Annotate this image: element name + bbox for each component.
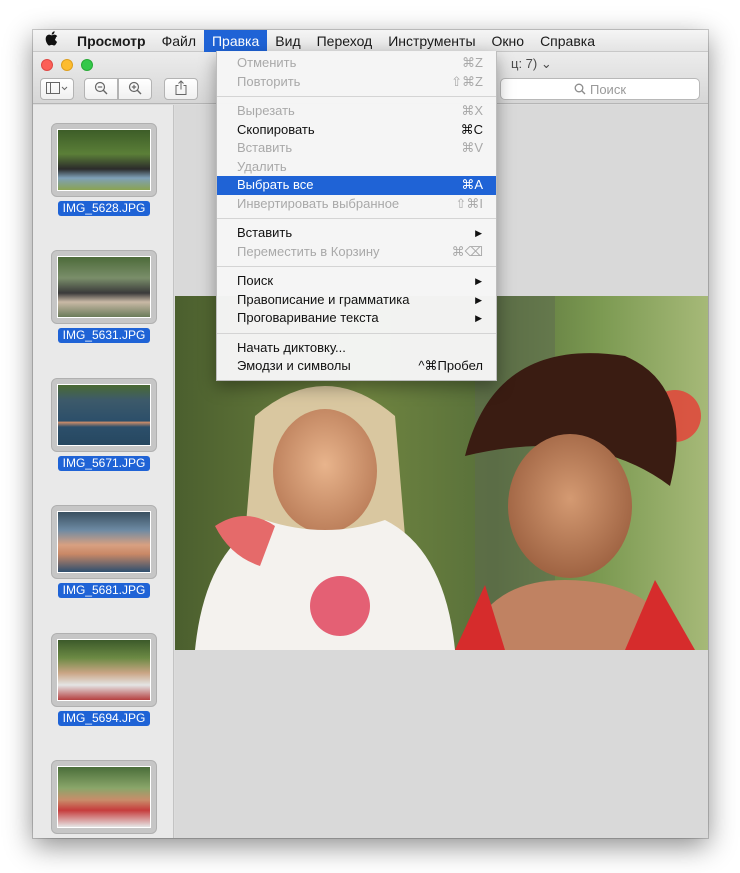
zoom-in-button[interactable]: [118, 78, 152, 100]
app-menu[interactable]: Просмотр: [69, 30, 154, 52]
menu-edit[interactable]: Правка: [203, 30, 268, 52]
apple-menu-icon[interactable]: [33, 31, 69, 50]
thumbnail-item[interactable]: IMG_5631.JPG: [51, 250, 157, 343]
menu-item-label: Вставить: [237, 225, 293, 240]
menu-item-speech[interactable]: Проговаривание текста ▶: [217, 309, 496, 328]
thumbnail-frame: [51, 378, 157, 452]
menu-item-label: Правописание и грамматика: [237, 291, 410, 307]
shortcut-label: ⌘C: [460, 121, 483, 137]
menu-item-label: Вставить: [237, 140, 293, 155]
menu-view[interactable]: Вид: [267, 30, 308, 52]
submenu-arrow-icon: ▶: [475, 313, 482, 323]
menu-item-label: Скопировать: [237, 121, 315, 137]
thumbnail-item[interactable]: IMG_5681.JPG: [51, 505, 157, 598]
menu-help[interactable]: Справка: [532, 30, 603, 52]
share-button[interactable]: [164, 78, 198, 100]
menu-separator: [217, 96, 496, 97]
menu-item-label: Проговаривание текста: [237, 310, 379, 325]
chevron-down-icon[interactable]: ⌄: [541, 56, 552, 71]
window-title: ц: 7) ⌄: [511, 56, 552, 72]
shortcut-label: ⌘⌫: [451, 243, 483, 259]
menu-item-label: Удалить: [237, 158, 287, 174]
shortcut-label: ⇧⌘Z: [451, 73, 483, 89]
shortcut-label: ⇧⌘I: [455, 195, 483, 211]
menu-item-copy[interactable]: Скопировать ⌘C: [217, 121, 496, 140]
submenu-arrow-icon: ▶: [475, 294, 482, 305]
thumbnail-image: [57, 511, 151, 573]
thumbnail-frame: [51, 250, 157, 324]
thumbnail-image: [57, 766, 151, 828]
thumbnail-item[interactable]: IMG_5628.JPG: [51, 123, 157, 216]
thumbnail-frame: [51, 123, 157, 197]
shortcut-label: ^⌘Пробел: [418, 358, 483, 373]
zoom-out-icon: [94, 81, 108, 98]
menu-item-select-all[interactable]: Выбрать все ⌘A: [217, 176, 496, 195]
thumbnail-frame: [51, 633, 157, 707]
shortcut-label: ⌘V: [461, 140, 483, 155]
menu-item-find[interactable]: Поиск ▶: [217, 272, 496, 291]
search-placeholder: Поиск: [589, 81, 627, 97]
window-title-text: ц: 7): [511, 56, 538, 71]
thumbnail-label: IMG_5628.JPG: [58, 201, 150, 216]
menu-item-cut[interactable]: Вырезать ⌘X: [217, 102, 496, 121]
menu-item-paste[interactable]: Вставить ⌘V: [217, 139, 496, 158]
submenu-arrow-icon: ▶: [475, 276, 482, 286]
thumbnail-item[interactable]: IMG_5694.JPG: [51, 633, 157, 726]
menu-item-label: Вырезать: [237, 103, 295, 118]
menu-item-invert-selection[interactable]: Инвертировать выбранное ⇧⌘I: [217, 195, 496, 214]
shortcut-label: ⌘X: [461, 103, 483, 118]
menu-item-spelling[interactable]: Правописание и грамматика ▶: [217, 291, 496, 310]
menu-tools[interactable]: Инструменты: [380, 30, 483, 52]
thumbnail-image: [57, 129, 151, 191]
thumbnail-image: [57, 384, 151, 446]
menu-separator: [217, 332, 496, 334]
menu-item-label: Повторить: [237, 73, 301, 89]
sidebar-icon: [46, 81, 68, 97]
menu-go[interactable]: Переход: [309, 30, 381, 52]
sidebar-toggle-button[interactable]: [40, 78, 74, 100]
shortcut-label: ⌘Z: [462, 55, 483, 70]
thumbnail-item[interactable]: [51, 760, 157, 834]
thumbnail-label: IMG_5671.JPG: [58, 456, 150, 471]
menu-item-label: Эмодзи и символы: [237, 358, 351, 373]
thumbnail-frame: [51, 505, 157, 579]
menu-file[interactable]: Файл: [154, 30, 204, 52]
menu-item-redo[interactable]: Повторить ⇧⌘Z: [217, 73, 496, 92]
zoom-out-button[interactable]: [84, 78, 118, 100]
share-icon: [175, 80, 187, 98]
thumbnail-sidebar[interactable]: IMG_5628.JPG IMG_5631.JPG IMG_5671.JPG I…: [33, 105, 174, 838]
shortcut-label: ⌘A: [461, 177, 483, 192]
menu-separator: [217, 218, 496, 219]
menu-item-emoji[interactable]: Эмодзи и символы ^⌘Пробел: [217, 357, 496, 376]
thumbnail-item[interactable]: IMG_5671.JPG: [51, 378, 157, 471]
menu-separator: [217, 266, 496, 267]
thumbnail-image: [57, 256, 151, 318]
menu-item-move-to-trash[interactable]: Переместить в Корзину ⌘⌫: [217, 243, 496, 262]
menu-item-label: Инвертировать выбранное: [237, 195, 400, 211]
thumbnail-label: IMG_5631.JPG: [58, 328, 150, 343]
menu-item-label: Начать диктовку...: [237, 339, 346, 355]
edit-menu-dropdown: Отменить ⌘Z Повторить ⇧⌘Z Вырезать ⌘X Скопи…: [216, 51, 497, 381]
close-window-button[interactable]: [41, 59, 53, 71]
menubar: Просмотр Файл Правка Вид Переход Инструм…: [33, 30, 708, 52]
search-icon: [574, 83, 586, 95]
menu-item-label: Отменить: [237, 55, 297, 70]
zoom-window-button[interactable]: [81, 59, 93, 71]
menu-item-insert[interactable]: Вставить ▶: [217, 224, 496, 243]
menu-item-label: Выбрать все: [237, 177, 314, 192]
menu-item-label: Переместить в Корзину: [237, 243, 380, 259]
minimize-window-button[interactable]: [61, 59, 73, 71]
menu-item-undo[interactable]: Отменить ⌘Z: [217, 54, 496, 73]
menu-item-delete[interactable]: Удалить: [217, 158, 496, 177]
thumbnail-image: [57, 639, 151, 701]
thumbnail-label: IMG_5694.JPG: [58, 711, 150, 726]
submenu-arrow-icon: ▶: [475, 228, 482, 238]
thumbnail-frame: [51, 760, 157, 834]
thumbnail-label: IMG_5681.JPG: [58, 583, 150, 598]
search-field[interactable]: Поиск: [500, 78, 700, 100]
menu-item-start-dictation[interactable]: Начать диктовку...: [217, 339, 496, 358]
zoom-in-icon: [128, 81, 142, 98]
menu-item-label: Поиск: [237, 273, 274, 288]
menu-window[interactable]: Окно: [484, 30, 533, 52]
